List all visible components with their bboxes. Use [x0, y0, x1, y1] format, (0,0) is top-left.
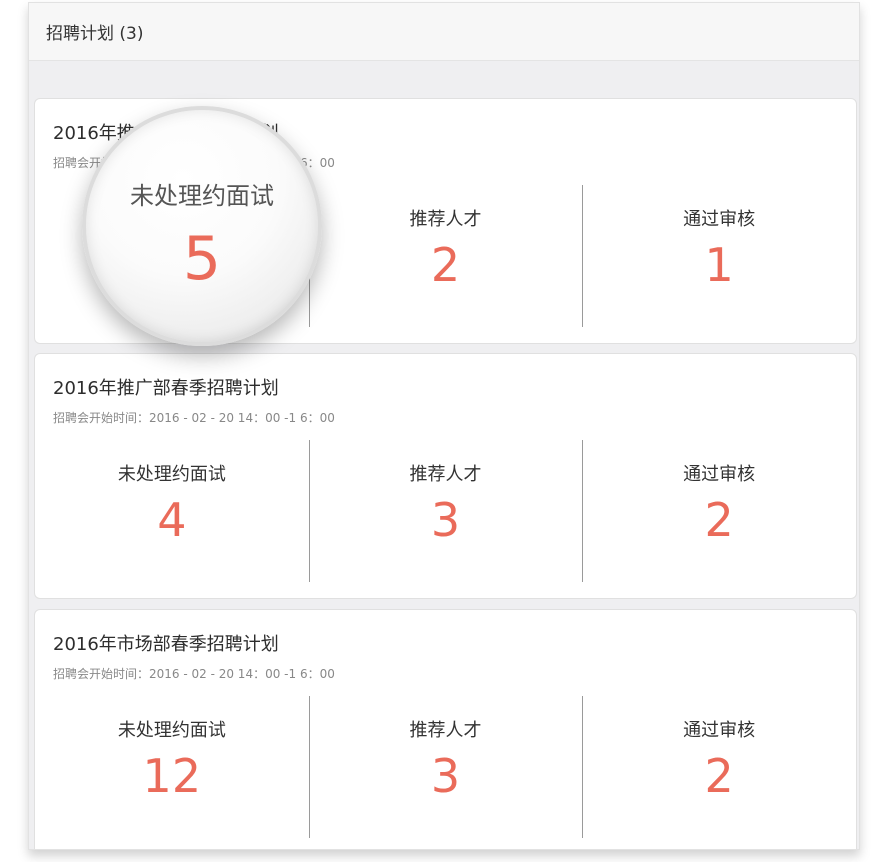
- stat-approved[interactable]: 通过审核 2: [582, 440, 856, 582]
- plan-stats: 未处理约面试 12 推荐人才 3 通过审核 2: [35, 696, 856, 838]
- page-header: 招聘计划 (3): [29, 3, 859, 61]
- stat-pending-interviews[interactable]: 未处理约面试 4: [35, 440, 309, 582]
- stat-value: 4: [157, 493, 187, 547]
- magnifier-label: 未处理约面试: [130, 182, 274, 210]
- plan-stats: 未处理约面试 4 推荐人才 3 通过审核 2: [35, 440, 856, 582]
- stat-label: 推荐人才: [409, 464, 482, 485]
- plan-title: 2016年推广部春季招聘计划: [53, 378, 279, 399]
- plan-card[interactable]: 2016年推广部春季招聘计划 招聘会开始时间：2016 - 02 - 20 14…: [34, 353, 857, 599]
- stat-pending-interviews[interactable]: 未处理约面试 12: [35, 696, 309, 838]
- plan-start-time: 招聘会开始时间：2016 - 02 - 20 14：00 -1 6：00: [53, 411, 335, 425]
- plan-start-time: 招聘会开始时间：2016 - 02 - 20 14：00 -1 6：00: [53, 667, 335, 681]
- stat-value: 2: [704, 749, 734, 803]
- plan-card[interactable]: 2016年市场部春季招聘计划 招聘会开始时间：2016 - 02 - 20 14…: [34, 609, 857, 849]
- stat-label: 未处理约面试: [117, 464, 226, 485]
- stat-recommended-talent[interactable]: 推荐人才 3: [308, 696, 583, 838]
- stat-value: 3: [430, 493, 461, 547]
- stat-value: 3: [430, 749, 461, 803]
- stat-value: 2: [430, 238, 461, 292]
- magnifier-lens: 未处理约面试 5: [82, 106, 322, 346]
- stat-approved[interactable]: 通过审核 2: [582, 696, 856, 838]
- stat-label: 通过审核: [683, 720, 756, 741]
- stat-label: 未处理约面试: [117, 720, 226, 741]
- stat-approved[interactable]: 通过审核 1: [582, 185, 856, 327]
- stat-label: 推荐人才: [409, 720, 482, 741]
- stat-recommended-talent[interactable]: 推荐人才 2: [308, 185, 583, 327]
- stat-label: 通过审核: [683, 209, 756, 230]
- stat-value: 2: [704, 493, 734, 547]
- page-title: 招聘计划 (3): [46, 24, 144, 44]
- magnifier-value: 5: [182, 224, 222, 294]
- stat-label: 通过审核: [683, 464, 756, 485]
- plan-title: 2016年市场部春季招聘计划: [53, 634, 279, 655]
- stat-recommended-talent[interactable]: 推荐人才 3: [308, 440, 583, 582]
- stat-label: 推荐人才: [409, 209, 482, 230]
- stat-value: 12: [142, 749, 202, 803]
- stat-value: 1: [704, 238, 734, 292]
